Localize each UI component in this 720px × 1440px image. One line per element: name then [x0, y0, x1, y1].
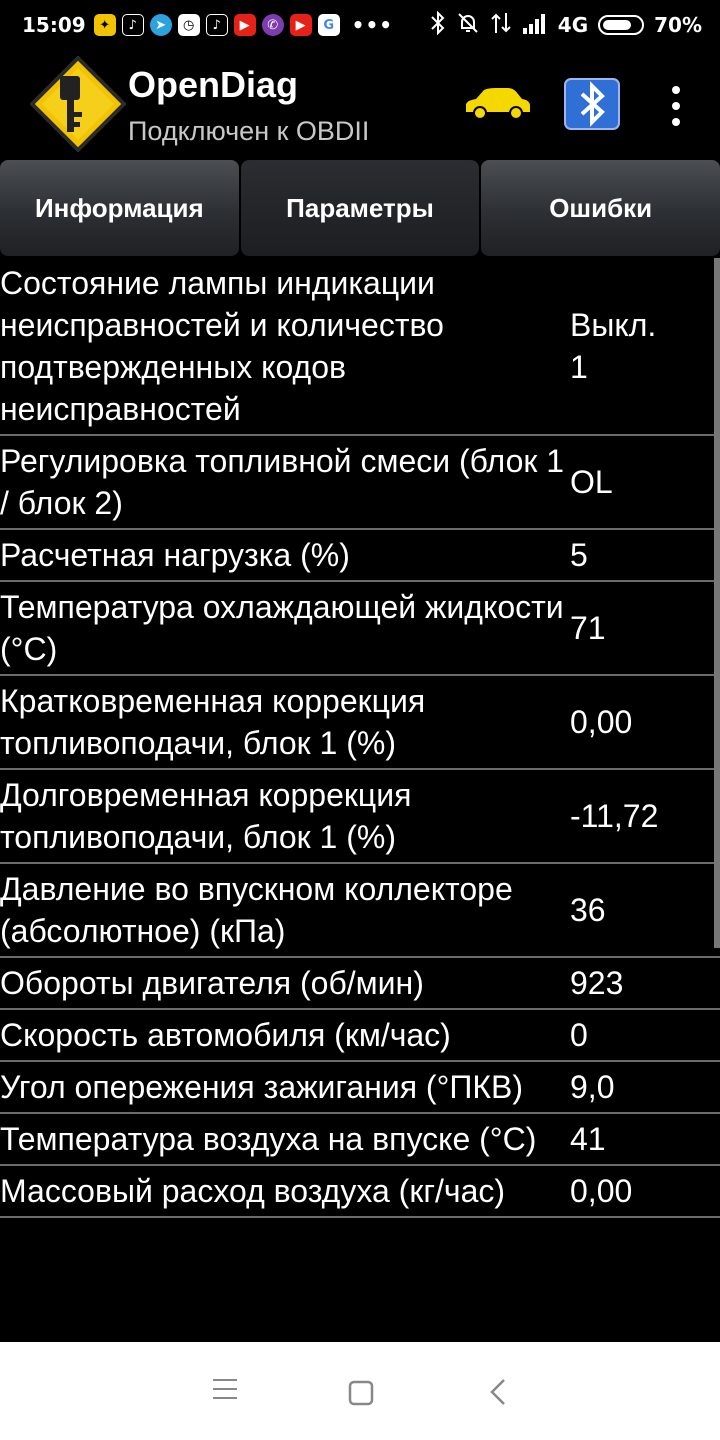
parameter-row[interactable]: Угол опережения зажигания (°ПКВ) 9,0	[0, 1062, 720, 1114]
car-icon[interactable]	[462, 86, 532, 122]
home-icon[interactable]	[348, 1380, 374, 1410]
parameter-name: Обороты двигателя (об/мин)	[0, 965, 424, 1001]
parameter-value: 9,0	[570, 1069, 615, 1105]
parameter-name: Температура охлаждающей жидкости (°C)	[0, 589, 564, 667]
youtube-icon: ▶	[289, 14, 312, 36]
parameter-row[interactable]: Давление во впускном коллекторе (абсолют…	[0, 864, 720, 958]
tab-bar: Информация Параметры Ошибки	[0, 160, 720, 256]
more-notifications-icon: •••	[351, 13, 394, 37]
parameter-value: 71	[570, 610, 606, 646]
app-logo-icon	[29, 55, 127, 153]
notification-icons: ✦ ♪ ➤ ◷ ♪ ▶ ✆ ▶ G •••	[93, 13, 394, 37]
parameter-name: Угол опережения зажигания (°ПКВ)	[0, 1069, 524, 1105]
viber-icon: ✆	[261, 14, 284, 36]
battery-level: 70%	[654, 13, 702, 37]
parameter-row[interactable]: Обороты двигателя (об/мин) 923	[0, 958, 720, 1010]
parameter-row[interactable]: Расчетная нагрузка (%) 5	[0, 530, 720, 582]
recent-apps-icon[interactable]	[212, 1378, 238, 1404]
google-icon: G	[317, 14, 340, 36]
overflow-menu-icon[interactable]	[664, 86, 688, 126]
parameter-value: 0,00	[570, 1173, 633, 1209]
parameter-row[interactable]: Состояние лампы индикации неисправностей…	[0, 258, 720, 436]
back-icon[interactable]	[488, 1378, 508, 1410]
list-scrollbar[interactable]	[714, 258, 720, 948]
tab-information[interactable]: Информация	[0, 160, 239, 256]
parameter-value: 0	[570, 1017, 588, 1053]
parameter-row[interactable]: Долговременная коррекция топливоподачи, …	[0, 770, 720, 864]
app-bar: OpenDiag Подключен к OBDII	[0, 50, 720, 158]
tiktok-icon: ♪	[121, 14, 144, 36]
parameter-value: OL	[570, 464, 613, 500]
status-time: 15:09	[22, 13, 86, 37]
parameter-value: 5	[570, 537, 588, 573]
youtube-icon: ▶	[233, 14, 256, 36]
parameter-value: -11,72	[570, 798, 659, 834]
parameter-name: Давление во впускном коллекторе (абсолют…	[0, 871, 513, 949]
system-nav-bar	[0, 1342, 720, 1440]
signal-icon	[522, 12, 548, 39]
parameter-name: Состояние лампы индикации неисправностей…	[0, 265, 444, 427]
parameter-name: Регулировка топливной смеси (блок 1 / бл…	[0, 443, 565, 521]
parameter-row[interactable]: Температура воздуха на впуске (°C) 41	[0, 1114, 720, 1166]
parameter-row[interactable]: Кратковременная коррекция топливоподачи,…	[0, 676, 720, 770]
tiktok-icon: ♪	[205, 14, 228, 36]
network-type: 4G	[557, 13, 589, 37]
tab-errors[interactable]: Ошибки	[481, 160, 720, 256]
parameter-name: Температура воздуха на впуске (°C)	[0, 1121, 537, 1157]
parameter-name: Кратковременная коррекция топливоподачи,…	[0, 683, 426, 761]
parameter-value: 41	[570, 1121, 606, 1157]
status-bar: 15:09 ✦ ♪ ➤ ◷ ♪ ▶ ✆ ▶ G ••• 4G 70%	[0, 0, 720, 50]
telegram-icon: ➤	[149, 14, 172, 36]
parameter-name: Массовый расход воздуха (кг/час)	[0, 1173, 506, 1209]
parameter-row[interactable]: Скорость автомобиля (км/час) 0	[0, 1010, 720, 1062]
parameter-value: 923	[570, 965, 624, 1001]
yellow-app-icon: ✦	[93, 14, 116, 36]
connection-status: Подключен к OBDII	[128, 116, 370, 146]
parameter-row[interactable]: Регулировка топливной смеси (блок 1 / бл…	[0, 436, 720, 530]
status-right: 4G 70%	[430, 0, 702, 50]
parameter-value: 0,00	[570, 704, 633, 740]
parameter-row[interactable]: Массовый расход воздуха (кг/час) 0,00	[0, 1166, 720, 1218]
parameter-value: Выкл. 1	[570, 307, 657, 385]
parameter-name: Долговременная коррекция топливоподачи, …	[0, 777, 412, 855]
tab-parameters[interactable]: Параметры	[240, 160, 480, 256]
silent-bell-icon	[456, 11, 480, 40]
battery-icon	[598, 15, 645, 35]
parameter-name: Расчетная нагрузка (%)	[0, 537, 350, 573]
parameter-value: 36	[570, 892, 606, 928]
bluetooth-adapter-icon[interactable]	[564, 78, 620, 130]
app-title: OpenDiag	[128, 64, 299, 105]
data-transfer-icon	[490, 11, 512, 40]
clock-app-icon: ◷	[177, 14, 200, 36]
parameter-name: Скорость автомобиля (км/час)	[0, 1017, 451, 1053]
bluetooth-status-icon	[430, 10, 446, 40]
parameters-list[interactable]: Состояние лампы индикации неисправностей…	[0, 258, 720, 1342]
parameter-row[interactable]: Температура охлаждающей жидкости (°C) 71	[0, 582, 720, 676]
